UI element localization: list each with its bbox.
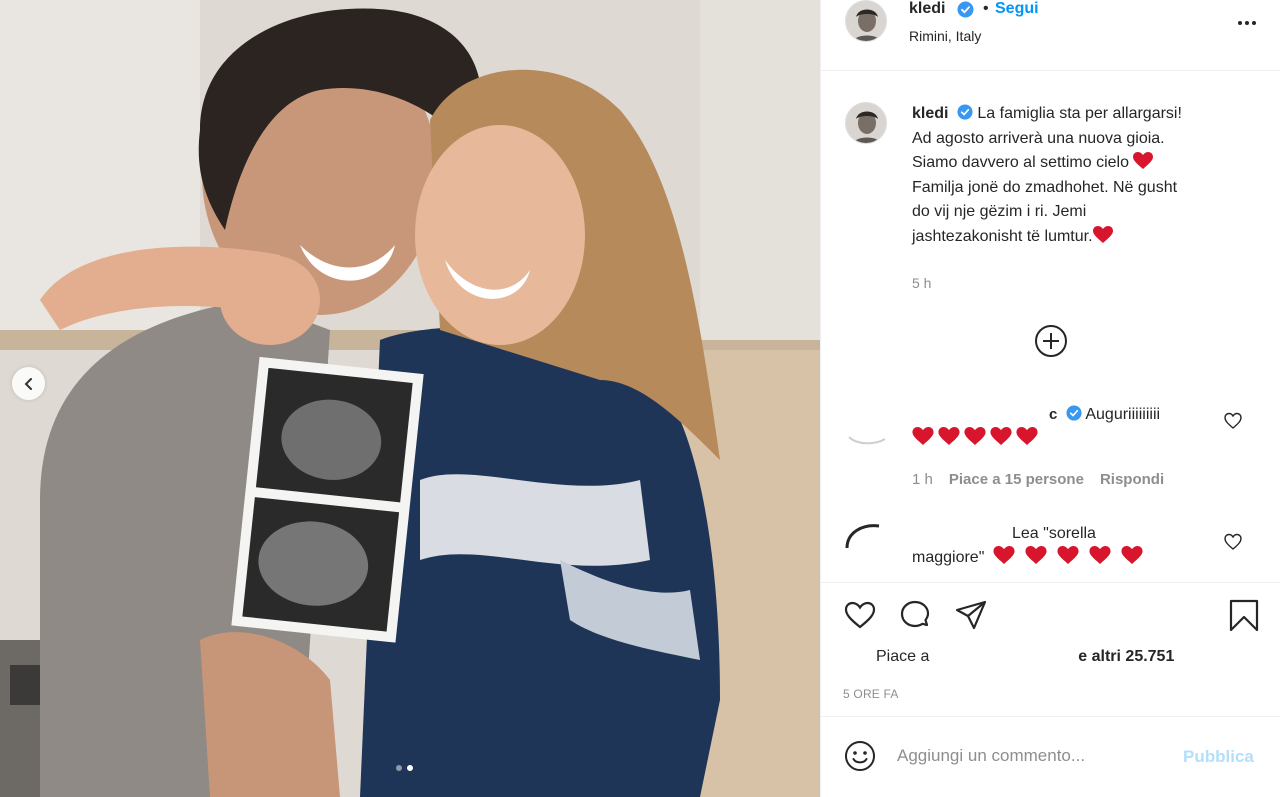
red-heart-emoji-icon — [1089, 546, 1111, 564]
avatar-image — [846, 1, 886, 41]
bookmark-icon[interactable] — [1227, 598, 1261, 632]
likes-prefix: Piace a — [876, 648, 930, 665]
comment-heart-icon[interactable] — [1224, 533, 1242, 551]
post-photo[interactable] — [0, 0, 820, 797]
carousel-dot — [396, 765, 402, 771]
verified-icon — [957, 104, 973, 120]
caption-author-avatar[interactable] — [845, 102, 887, 144]
comment-likes-count[interactable]: Piace a 15 persone — [949, 471, 1084, 488]
commenter-avatar[interactable] — [845, 395, 887, 445]
caption-line-6: jashtezakonisht të lumtur. — [912, 227, 1093, 245]
post-side-panel: kledi • Segui Rimini, Italy kledi La fam… — [820, 0, 1280, 797]
comment-text: Auguriiiiiiiii — [1085, 406, 1161, 423]
commenter-avatar[interactable] — [843, 520, 885, 562]
caption-username[interactable]: kledi — [912, 105, 948, 122]
caption-line-3: Siamo davvero al settimo cielo — [912, 154, 1129, 171]
avatar-image — [846, 103, 886, 143]
add-comment-form: Pubblica — [821, 716, 1280, 797]
red-heart-emoji-icon — [993, 546, 1015, 564]
comment-username[interactable]: c — [1049, 406, 1057, 423]
red-heart-emoji-icon — [1016, 427, 1038, 445]
caption-text: kledi La famiglia sta per allargarsi! Ad… — [912, 102, 1257, 297]
comment-text-continued: maggiore" — [912, 549, 985, 566]
red-heart-emoji-icon — [1057, 546, 1079, 564]
post-header: kledi • Segui Rimini, Italy — [821, 0, 1280, 71]
comment-time[interactable]: 1 h — [912, 471, 933, 488]
comment-input[interactable] — [897, 743, 1177, 769]
emoji-icon[interactable] — [843, 739, 877, 773]
heart-emoji-row — [993, 546, 1143, 565]
red-heart-emoji-icon — [1025, 546, 1047, 564]
red-heart-emoji-icon — [912, 427, 934, 445]
carousel-indicator — [396, 765, 413, 771]
likes-summary[interactable]: Piace a e altri 25.751 — [876, 648, 1174, 666]
heart-emoji-row — [912, 427, 1038, 446]
comment-line: c Auguriiiiiiiii — [1049, 403, 1229, 427]
caption-line-2: Ad agosto arriverà una nuova gioia. — [912, 129, 1165, 147]
red-heart-emoji-icon — [990, 427, 1012, 445]
red-heart-emoji-icon — [964, 427, 986, 445]
author-avatar[interactable] — [845, 0, 887, 42]
verified-icon — [1066, 405, 1082, 421]
red-heart-emoji-icon — [1133, 152, 1154, 169]
share-icon[interactable] — [954, 598, 988, 632]
post-actions — [821, 582, 1280, 642]
comment-text: Lea "sorella — [1012, 525, 1096, 542]
comment-meta: 1 h Piace a 15 persone Rispondi — [912, 471, 1164, 488]
heart-icon[interactable] — [843, 598, 877, 632]
follow-button[interactable]: Segui — [995, 0, 1039, 18]
comment-line: Lea "sorella — [1012, 522, 1096, 546]
comment-line: maggiore" — [912, 546, 1143, 570]
caption-line-5: do vij nje gëzim i ri. Jemi — [912, 203, 1087, 220]
carousel-dot-active — [407, 765, 413, 771]
post-time-ago[interactable]: 5 ORE FA — [843, 687, 899, 701]
caption-timestamp[interactable]: 5 h — [912, 275, 931, 291]
red-heart-emoji-icon — [1121, 546, 1143, 564]
post-location[interactable]: Rimini, Italy — [909, 28, 981, 44]
author-username[interactable]: kledi — [909, 0, 945, 18]
red-heart-emoji-icon — [1092, 225, 1113, 243]
comment-reply-button[interactable]: Rispondi — [1100, 471, 1164, 488]
red-heart-emoji-icon — [938, 427, 960, 445]
likes-count[interactable]: e altri 25.751 — [1078, 648, 1174, 665]
carousel-prev-button[interactable] — [12, 367, 45, 400]
publish-button[interactable]: Pubblica — [1183, 747, 1254, 767]
chevron-left-icon — [24, 377, 32, 390]
couple-photo-illustration — [0, 0, 820, 797]
more-icon[interactable] — [1235, 14, 1259, 32]
comment-icon[interactable] — [898, 598, 932, 632]
caption-line-1: La famiglia sta per allargarsi! — [977, 105, 1182, 122]
verified-icon — [957, 1, 974, 18]
follow-separator: • — [983, 0, 989, 17]
caption-line-4: Familja jonë do zmadhohet. Në gusht — [912, 178, 1178, 196]
plus-circle-icon[interactable] — [1034, 324, 1068, 358]
comment-heart-icon[interactable] — [1224, 412, 1242, 430]
comment-hearts — [912, 427, 1038, 451]
